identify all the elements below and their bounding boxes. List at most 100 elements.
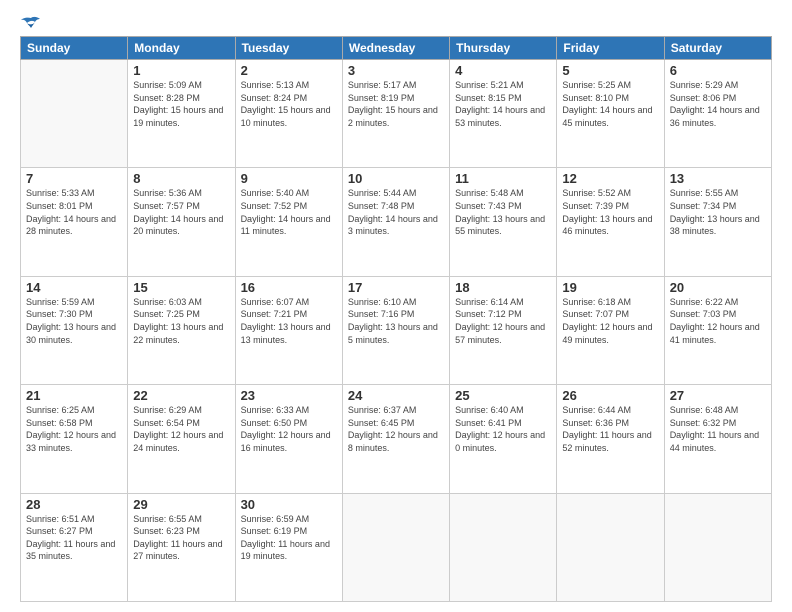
day-header-thursday: Thursday	[450, 37, 557, 60]
day-number: 3	[348, 63, 444, 78]
day-number: 14	[26, 280, 122, 295]
cell-info: Sunrise: 5:17 AMSunset: 8:19 PMDaylight:…	[348, 79, 444, 129]
day-header-monday: Monday	[128, 37, 235, 60]
calendar-cell: 29Sunrise: 6:55 AMSunset: 6:23 PMDayligh…	[128, 493, 235, 601]
day-number: 2	[241, 63, 337, 78]
day-number: 10	[348, 171, 444, 186]
day-number: 22	[133, 388, 229, 403]
cell-info: Sunrise: 5:59 AMSunset: 7:30 PMDaylight:…	[26, 296, 122, 346]
calendar-cell: 10Sunrise: 5:44 AMSunset: 7:48 PMDayligh…	[342, 168, 449, 276]
day-header-saturday: Saturday	[664, 37, 771, 60]
calendar-week-row: 1Sunrise: 5:09 AMSunset: 8:28 PMDaylight…	[21, 60, 772, 168]
day-number: 18	[455, 280, 551, 295]
calendar-cell: 3Sunrise: 5:17 AMSunset: 8:19 PMDaylight…	[342, 60, 449, 168]
cell-info: Sunrise: 5:25 AMSunset: 8:10 PMDaylight:…	[562, 79, 658, 129]
header	[20, 16, 772, 28]
calendar-week-row: 28Sunrise: 6:51 AMSunset: 6:27 PMDayligh…	[21, 493, 772, 601]
calendar-cell: 18Sunrise: 6:14 AMSunset: 7:12 PMDayligh…	[450, 276, 557, 384]
day-number: 19	[562, 280, 658, 295]
cell-info: Sunrise: 6:25 AMSunset: 6:58 PMDaylight:…	[26, 404, 122, 454]
calendar-cell: 25Sunrise: 6:40 AMSunset: 6:41 PMDayligh…	[450, 385, 557, 493]
calendar-week-row: 7Sunrise: 5:33 AMSunset: 8:01 PMDaylight…	[21, 168, 772, 276]
cell-info: Sunrise: 5:33 AMSunset: 8:01 PMDaylight:…	[26, 187, 122, 237]
cell-info: Sunrise: 6:44 AMSunset: 6:36 PMDaylight:…	[562, 404, 658, 454]
cell-info: Sunrise: 5:52 AMSunset: 7:39 PMDaylight:…	[562, 187, 658, 237]
day-number: 17	[348, 280, 444, 295]
calendar-cell: 12Sunrise: 5:52 AMSunset: 7:39 PMDayligh…	[557, 168, 664, 276]
cell-info: Sunrise: 6:51 AMSunset: 6:27 PMDaylight:…	[26, 513, 122, 563]
calendar-cell: 7Sunrise: 5:33 AMSunset: 8:01 PMDaylight…	[21, 168, 128, 276]
calendar-week-row: 21Sunrise: 6:25 AMSunset: 6:58 PMDayligh…	[21, 385, 772, 493]
day-number: 20	[670, 280, 766, 295]
calendar-cell	[342, 493, 449, 601]
calendar-cell: 2Sunrise: 5:13 AMSunset: 8:24 PMDaylight…	[235, 60, 342, 168]
calendar-cell: 19Sunrise: 6:18 AMSunset: 7:07 PMDayligh…	[557, 276, 664, 384]
calendar-cell: 21Sunrise: 6:25 AMSunset: 6:58 PMDayligh…	[21, 385, 128, 493]
calendar-cell: 17Sunrise: 6:10 AMSunset: 7:16 PMDayligh…	[342, 276, 449, 384]
calendar-cell: 27Sunrise: 6:48 AMSunset: 6:32 PMDayligh…	[664, 385, 771, 493]
day-number: 5	[562, 63, 658, 78]
day-header-wednesday: Wednesday	[342, 37, 449, 60]
cell-info: Sunrise: 6:29 AMSunset: 6:54 PMDaylight:…	[133, 404, 229, 454]
day-number: 23	[241, 388, 337, 403]
calendar-cell: 13Sunrise: 5:55 AMSunset: 7:34 PMDayligh…	[664, 168, 771, 276]
calendar-cell: 30Sunrise: 6:59 AMSunset: 6:19 PMDayligh…	[235, 493, 342, 601]
day-number: 7	[26, 171, 122, 186]
calendar-cell: 22Sunrise: 6:29 AMSunset: 6:54 PMDayligh…	[128, 385, 235, 493]
day-number: 16	[241, 280, 337, 295]
cell-info: Sunrise: 5:44 AMSunset: 7:48 PMDaylight:…	[348, 187, 444, 237]
logo	[20, 16, 42, 28]
day-number: 26	[562, 388, 658, 403]
cell-info: Sunrise: 5:21 AMSunset: 8:15 PMDaylight:…	[455, 79, 551, 129]
calendar-cell: 5Sunrise: 5:25 AMSunset: 8:10 PMDaylight…	[557, 60, 664, 168]
cell-info: Sunrise: 6:18 AMSunset: 7:07 PMDaylight:…	[562, 296, 658, 346]
cell-info: Sunrise: 5:29 AMSunset: 8:06 PMDaylight:…	[670, 79, 766, 129]
day-number: 24	[348, 388, 444, 403]
cell-info: Sunrise: 5:48 AMSunset: 7:43 PMDaylight:…	[455, 187, 551, 237]
calendar-header-row: SundayMondayTuesdayWednesdayThursdayFrid…	[21, 37, 772, 60]
calendar-cell: 9Sunrise: 5:40 AMSunset: 7:52 PMDaylight…	[235, 168, 342, 276]
cell-info: Sunrise: 6:48 AMSunset: 6:32 PMDaylight:…	[670, 404, 766, 454]
calendar-table: SundayMondayTuesdayWednesdayThursdayFrid…	[20, 36, 772, 602]
cell-info: Sunrise: 6:55 AMSunset: 6:23 PMDaylight:…	[133, 513, 229, 563]
cell-info: Sunrise: 5:36 AMSunset: 7:57 PMDaylight:…	[133, 187, 229, 237]
calendar-cell	[664, 493, 771, 601]
calendar-cell	[557, 493, 664, 601]
day-number: 25	[455, 388, 551, 403]
day-header-friday: Friday	[557, 37, 664, 60]
cell-info: Sunrise: 6:14 AMSunset: 7:12 PMDaylight:…	[455, 296, 551, 346]
calendar-cell: 20Sunrise: 6:22 AMSunset: 7:03 PMDayligh…	[664, 276, 771, 384]
calendar-cell: 11Sunrise: 5:48 AMSunset: 7:43 PMDayligh…	[450, 168, 557, 276]
cell-info: Sunrise: 5:13 AMSunset: 8:24 PMDaylight:…	[241, 79, 337, 129]
calendar-cell: 6Sunrise: 5:29 AMSunset: 8:06 PMDaylight…	[664, 60, 771, 168]
calendar-week-row: 14Sunrise: 5:59 AMSunset: 7:30 PMDayligh…	[21, 276, 772, 384]
cell-info: Sunrise: 6:37 AMSunset: 6:45 PMDaylight:…	[348, 404, 444, 454]
calendar-cell: 1Sunrise: 5:09 AMSunset: 8:28 PMDaylight…	[128, 60, 235, 168]
day-number: 9	[241, 171, 337, 186]
day-header-sunday: Sunday	[21, 37, 128, 60]
day-number: 12	[562, 171, 658, 186]
cell-info: Sunrise: 5:09 AMSunset: 8:28 PMDaylight:…	[133, 79, 229, 129]
day-number: 6	[670, 63, 766, 78]
day-number: 21	[26, 388, 122, 403]
calendar-cell: 15Sunrise: 6:03 AMSunset: 7:25 PMDayligh…	[128, 276, 235, 384]
day-header-tuesday: Tuesday	[235, 37, 342, 60]
calendar-cell: 23Sunrise: 6:33 AMSunset: 6:50 PMDayligh…	[235, 385, 342, 493]
calendar-body: 1Sunrise: 5:09 AMSunset: 8:28 PMDaylight…	[21, 60, 772, 602]
calendar-cell: 16Sunrise: 6:07 AMSunset: 7:21 PMDayligh…	[235, 276, 342, 384]
calendar-cell: 28Sunrise: 6:51 AMSunset: 6:27 PMDayligh…	[21, 493, 128, 601]
day-number: 30	[241, 497, 337, 512]
cell-info: Sunrise: 6:22 AMSunset: 7:03 PMDaylight:…	[670, 296, 766, 346]
day-number: 4	[455, 63, 551, 78]
calendar-cell: 8Sunrise: 5:36 AMSunset: 7:57 PMDaylight…	[128, 168, 235, 276]
cell-info: Sunrise: 6:07 AMSunset: 7:21 PMDaylight:…	[241, 296, 337, 346]
day-number: 27	[670, 388, 766, 403]
calendar-cell	[450, 493, 557, 601]
cell-info: Sunrise: 6:59 AMSunset: 6:19 PMDaylight:…	[241, 513, 337, 563]
calendar-cell: 14Sunrise: 5:59 AMSunset: 7:30 PMDayligh…	[21, 276, 128, 384]
cell-info: Sunrise: 6:40 AMSunset: 6:41 PMDaylight:…	[455, 404, 551, 454]
day-number: 1	[133, 63, 229, 78]
logo-bird-icon	[21, 16, 41, 32]
cell-info: Sunrise: 5:40 AMSunset: 7:52 PMDaylight:…	[241, 187, 337, 237]
cell-info: Sunrise: 6:03 AMSunset: 7:25 PMDaylight:…	[133, 296, 229, 346]
